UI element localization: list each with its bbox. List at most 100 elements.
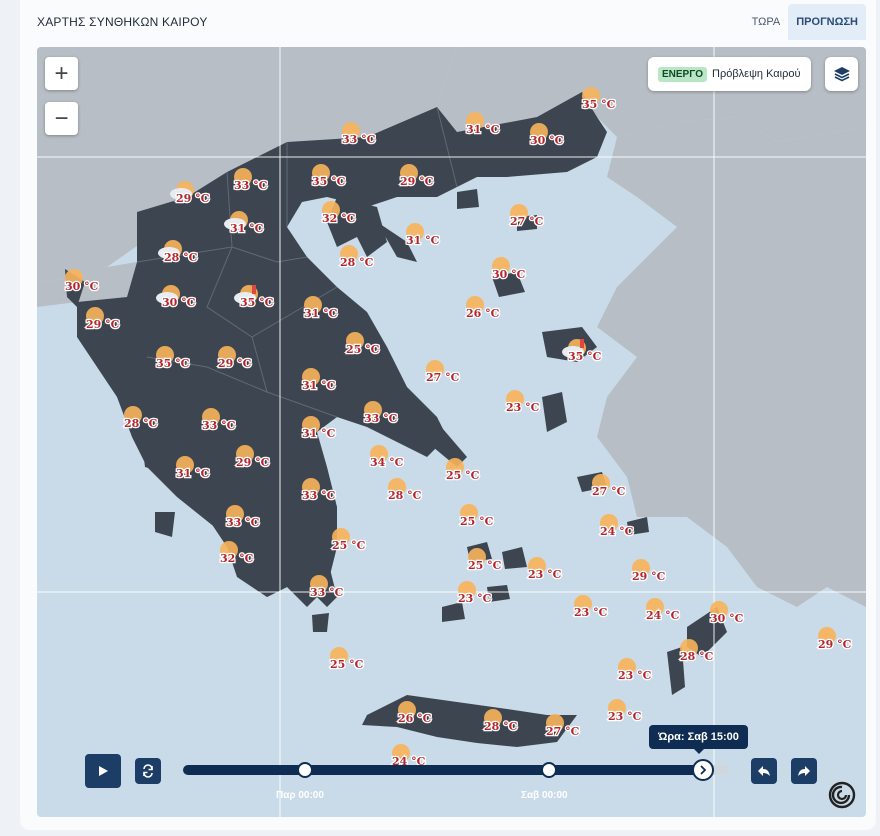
warning-icon xyxy=(252,285,256,294)
weather-marker[interactable]: 28 °C xyxy=(387,478,423,503)
temperature-label: 29 °C xyxy=(400,175,434,188)
weather-marker[interactable]: 27 °C xyxy=(425,360,461,385)
timeline-slider[interactable] xyxy=(183,759,729,781)
weather-marker[interactable]: 23 °C xyxy=(607,699,643,724)
weather-marker[interactable]: 25 °C xyxy=(331,528,367,553)
temperature-label: 23 °C xyxy=(608,710,642,723)
step-forward-icon xyxy=(798,766,810,776)
temperature-label: 31 °C xyxy=(302,427,336,440)
temperature-label: 23 °C xyxy=(506,401,540,414)
temperature-label: 25 °C xyxy=(330,658,364,671)
timeline-tooltip: Ώρα: Σαβ 15:00 xyxy=(649,725,748,754)
step-forward-button[interactable] xyxy=(791,758,817,784)
temperature-label: 33 °C xyxy=(234,179,268,192)
temperature-label: 31 °C xyxy=(176,467,210,480)
temperature-label: 33 °C xyxy=(342,133,376,146)
temperature-label: 34 °C xyxy=(370,456,404,469)
weather-marker[interactable]: 25 °C xyxy=(329,647,365,672)
weather-marker[interactable]: 24 °C xyxy=(599,514,635,539)
temperature-label: 27 °C xyxy=(426,371,460,384)
timeline-tick-label: Παρ 00:00 xyxy=(276,790,324,801)
temperature-label: 35 °C xyxy=(582,98,616,111)
temperature-label: 26 °C xyxy=(466,307,500,320)
weather-marker[interactable]: 23 °C xyxy=(527,557,563,582)
layers-button[interactable] xyxy=(825,57,858,91)
loop-icon xyxy=(143,764,153,778)
loop-button[interactable] xyxy=(135,758,161,784)
temperature-label: 33 °C xyxy=(364,412,398,425)
temperature-label: 28 °C xyxy=(164,251,198,264)
temperature-label: 25 °C xyxy=(460,515,494,528)
temperature-label: 35 °C xyxy=(156,357,190,370)
temperature-label: 33 °C xyxy=(302,489,336,502)
weather-marker[interactable]: 27 °C xyxy=(591,474,627,499)
temperature-label: 27 °C xyxy=(510,215,544,228)
temperature-label: 32 °C xyxy=(220,552,254,565)
temperature-label: 32 °C xyxy=(322,212,356,225)
temperature-label: 30 °C xyxy=(710,612,744,625)
active-layer-indicator[interactable]: ΕΝΕΡΓΟ Πρόβλεψη Καιρού xyxy=(648,57,811,91)
temperature-label: 23 °C xyxy=(574,606,608,619)
play-button[interactable] xyxy=(85,754,121,788)
view-tabs: ΤΩΡΑ ΠΡΟΓΝΩΣΗ xyxy=(744,4,866,40)
temperature-label: 29 °C xyxy=(218,357,252,370)
timeline-progress xyxy=(183,765,702,775)
weather-marker[interactable]: 26 °C xyxy=(465,296,501,321)
layer-name: Πρόβλεψη Καιρού xyxy=(712,68,801,80)
active-badge: ΕΝΕΡΓΟ xyxy=(658,66,708,82)
weather-marker[interactable]: 23 °C xyxy=(505,390,541,415)
temperature-label: 25 °C xyxy=(468,559,502,572)
temperature-label: 31 °C xyxy=(302,379,336,392)
warning-icon xyxy=(580,339,584,348)
temperature-label: 23 °C xyxy=(528,568,562,581)
temperature-label: 29 °C xyxy=(632,570,666,583)
weather-marker[interactable]: 23 °C xyxy=(457,581,493,606)
temperature-label: 29 °C xyxy=(818,638,852,651)
temperature-label: 29 °C xyxy=(176,192,210,205)
layers-icon xyxy=(833,67,850,82)
temperature-label: 33 °C xyxy=(310,586,344,599)
temperature-label: 33 °C xyxy=(202,419,236,432)
tab-now[interactable]: ΤΩΡΑ xyxy=(744,4,789,40)
temperature-label: 28 °C xyxy=(124,417,158,430)
temperature-label: 26 °C xyxy=(398,712,432,725)
temperature-label: 35 °C xyxy=(312,175,346,188)
weather-marker[interactable]: 25 °C xyxy=(445,458,481,483)
temperature-label: 30 °C xyxy=(162,296,196,309)
temperature-label: 28 °C xyxy=(340,256,374,269)
temperature-label: 25 °C xyxy=(346,343,380,356)
temperature-label: 31 °C xyxy=(466,123,500,136)
temperature-label: 24 °C xyxy=(646,609,680,622)
temperature-label: 31 °C xyxy=(304,307,338,320)
zoom-out-button[interactable]: − xyxy=(45,102,78,135)
weather-marker[interactable]: 25 °C xyxy=(459,504,495,529)
temperature-label: 27 °C xyxy=(592,485,626,498)
temperature-label: 31 °C xyxy=(406,234,440,247)
weather-marker[interactable]: 27 °C xyxy=(509,204,545,229)
weather-marker[interactable]: 30 °C xyxy=(709,601,745,626)
tab-forecast[interactable]: ΠΡΟΓΝΩΣΗ xyxy=(788,4,866,40)
weather-marker[interactable]: 29 °C xyxy=(817,627,853,652)
temperature-label: 24 °C xyxy=(600,525,634,538)
weather-marker[interactable]: 24 °C xyxy=(645,598,681,623)
temperature-label: 25 °C xyxy=(446,469,480,482)
weather-marker[interactable]: 23 °C xyxy=(617,658,653,683)
temperature-label: 30 °C xyxy=(65,280,99,293)
weather-marker[interactable]: 29 °C xyxy=(631,559,667,584)
brand-logo-icon xyxy=(828,781,856,809)
timeline-tick-marker[interactable] xyxy=(297,762,313,778)
step-back-button[interactable] xyxy=(751,758,777,784)
weather-marker[interactable]: 31 °C xyxy=(405,223,441,248)
temperature-label: 25 °C xyxy=(332,539,366,552)
timeline-tick-marker[interactable] xyxy=(541,762,557,778)
temperature-label: 33 °C xyxy=(226,516,260,529)
weather-marker[interactable]: 34 °C xyxy=(369,445,405,470)
weather-map[interactable]: 35 °C 33 °C 31 °C 30 °C 33 °C 35 °C 29 °C 29 °C… xyxy=(37,47,866,817)
zoom-in-button[interactable]: + xyxy=(45,57,78,90)
temperature-label: 30 °C xyxy=(530,134,564,147)
temperature-label: 35 °C xyxy=(568,350,602,363)
timeline-thumb[interactable] xyxy=(691,759,714,781)
weather-marker[interactable]: 23 °C xyxy=(573,595,609,620)
weather-marker[interactable]: 30 °C xyxy=(491,257,527,282)
temperature-label: 31 °C xyxy=(230,222,264,235)
